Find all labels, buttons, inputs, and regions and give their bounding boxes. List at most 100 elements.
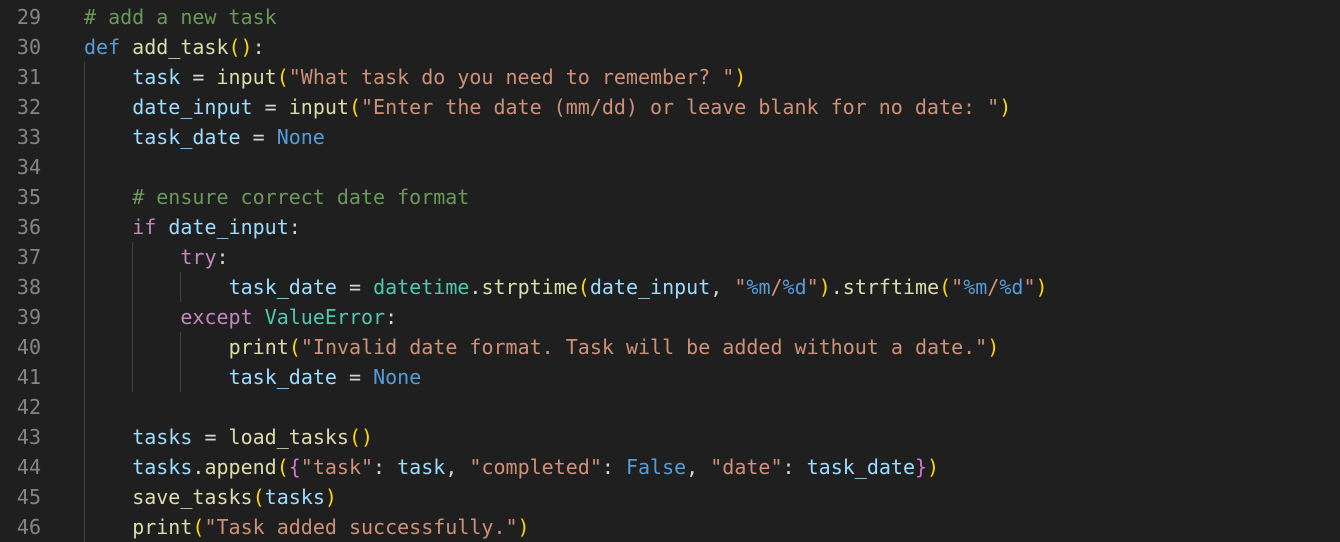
code-token: ( [348,95,361,119]
code-token: = [336,275,374,299]
line-number: 34 [16,155,41,179]
code-line[interactable]: 45 save_tasks(tasks) [0,482,1340,512]
code-token: # ensure correct date format [132,185,470,209]
code-token: , [686,455,711,479]
code-text: print("Invalid date format. Task will be… [229,332,1000,362]
line-number: 44 [16,455,41,479]
code-token: task [397,455,446,479]
code-token: () [348,425,374,449]
code-token: ValueError [264,305,386,329]
code-text: try: [180,242,228,272]
code-token: task_date [806,455,915,479]
code-text: date_input = input("Enter the date (mm/d… [132,92,1011,122]
code-token: : [216,245,229,269]
code-token: ) [734,65,747,89]
code-line[interactable]: 36 if date_input: [0,212,1340,242]
code-token: # add a new task [84,5,277,29]
line-number: 38 [16,275,41,299]
code-line[interactable]: 44 tasks.append({"task": task, "completed… [0,452,1340,482]
code-text: def add_task(): [84,32,265,62]
code-text: tasks.append({"task": task, "completed":… [132,452,939,482]
code-text: except ValueError: [180,302,397,332]
code-line[interactable]: 41 task_date = None [0,362,1340,392]
line-number: 37 [16,245,41,269]
code-token: = [240,125,277,149]
code-token: task_date [132,125,241,149]
code-token: save_tasks [132,485,253,509]
code-token: "task" [300,455,374,479]
code-token: tasks [132,425,193,449]
code-token: , [445,455,470,479]
code-token: ) [517,515,530,539]
code-token: ) [999,95,1012,119]
code-token: task_date [228,365,337,389]
line-number: 41 [16,365,41,389]
code-token: = [336,365,374,389]
code-line[interactable]: 40 print("Invalid date format. Task will … [0,332,1340,362]
code-token: load_tasks [228,425,349,449]
code-token: strptime [481,275,578,299]
code-token: = [180,65,217,89]
code-token: add_task [132,35,229,59]
code-token: %m [963,275,988,299]
code-token: try [180,245,217,269]
code-line[interactable]: 43 tasks = load_tasks() [0,422,1340,452]
code-token: : [385,305,398,329]
code-token: %d [999,275,1024,299]
code-token: if [132,215,157,239]
code-token: tasks [264,485,325,509]
code-token: tasks [132,455,193,479]
code-text: # ensure correct date format [132,182,469,212]
code-token: datetime [373,275,470,299]
code-token: except [180,305,253,329]
code-line[interactable]: 32 date_input = input("Enter the date (mm… [0,92,1340,122]
code-line[interactable]: 42 [0,392,1340,422]
line-number: 45 [16,485,41,509]
code-token: / [770,275,783,299]
code-token: task [132,65,181,89]
code-token: = [192,425,229,449]
code-token: { [288,455,301,479]
code-token: date_input [132,95,253,119]
code-token: ( [288,335,301,359]
line-number: 33 [16,125,41,149]
code-line[interactable]: 34 [0,152,1340,182]
line-number: 40 [16,335,41,359]
line-number: 30 [16,35,41,59]
code-line[interactable]: 29 # add a new task [0,2,1340,32]
code-token: %m [746,275,771,299]
code-token: : [373,455,398,479]
code-editor[interactable]: 29 # add a new task 30 def add_task(): 31 tas… [0,0,1340,542]
code-token: . [192,455,205,479]
line-number: 32 [16,95,41,119]
code-line[interactable]: 39 except ValueError: [0,302,1340,332]
code-token: None [373,365,422,389]
code-token: def [84,35,121,59]
code-token: ( [252,485,265,509]
code-text: tasks = load_tasks() [132,422,373,452]
line-number: 46 [16,515,41,539]
code-token: . [469,275,482,299]
code-line[interactable]: 46 print("Task added successfully.") [0,512,1340,542]
code-line[interactable]: 35 # ensure correct date format [0,182,1340,212]
code-token: ( [276,455,289,479]
code-token: input [216,65,277,89]
line-number: 42 [16,395,41,419]
code-line[interactable]: 33 task_date = None [0,122,1340,152]
code-line[interactable]: 30 def add_task(): [0,32,1340,62]
code-token: task_date [228,275,337,299]
code-token: print [132,515,193,539]
code-token: "date" [710,455,783,479]
code-line[interactable]: 38 task_date = datetime.strptime(date_inp… [0,272,1340,302]
code-token: date_input [589,275,711,299]
code-token: "Invalid date format. Task will be added… [300,335,988,359]
code-token: " [951,275,964,299]
code-line[interactable]: 31 task = input("What task do you need to… [0,62,1340,92]
code-token: ( [192,515,205,539]
code-line[interactable]: 37 try: [0,242,1340,272]
code-token: %d [782,275,807,299]
code-token: () [228,35,253,59]
